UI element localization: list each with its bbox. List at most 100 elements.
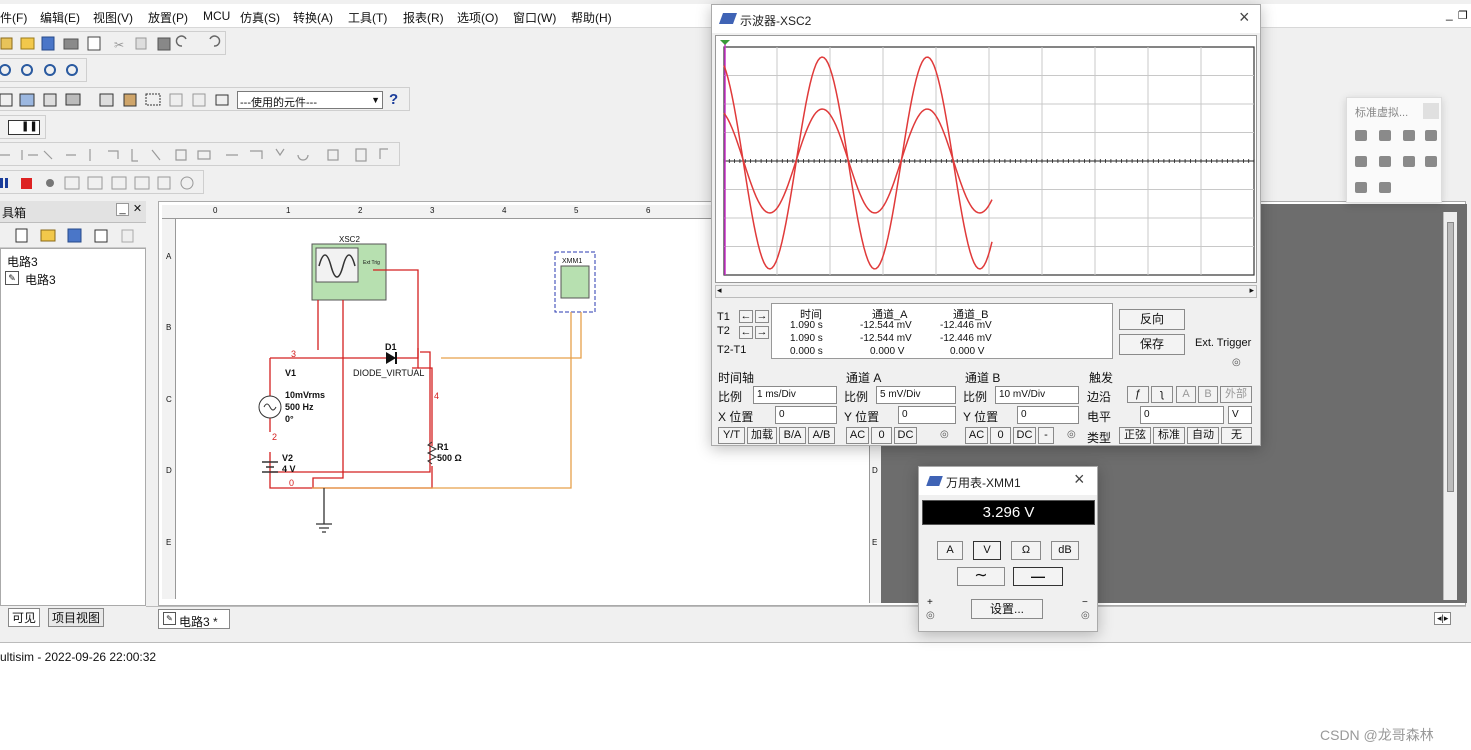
multimeter-settings-button[interactable]: 设置... [971,599,1043,619]
trigger-external-button[interactable]: 外部 [1220,386,1252,403]
menu-edit[interactable]: 编辑(E) [40,9,80,26]
trigger-rising-edge-button[interactable]: ƒ [1127,386,1149,403]
ohmmeter-button[interactable]: Ω [1011,541,1041,560]
menu-file[interactable]: 件(F) [0,9,27,26]
toolbox-close-button[interactable]: ✕ [131,203,144,216]
voltmeter-button[interactable]: V [973,541,1001,560]
trigger-none-button[interactable]: 无 [1221,427,1252,444]
instrument-icons[interactable] [1353,128,1439,198]
instruments-close-button[interactable] [1423,103,1439,119]
vertical-scrollbar-thumb[interactable] [1447,222,1454,492]
trigger-falling-edge-button[interactable]: ʅ [1151,386,1173,403]
menu-tools[interactable]: 工具(T) [348,9,387,26]
oscilloscope-window: 示波器-XSC2 × ◂ ▸ T1 T2 T2-T1 ← → ← → 时间 通道… [711,4,1261,446]
scope-horizontal-scrollbar[interactable]: ◂ ▸ [715,285,1257,298]
oscilloscope-close-button[interactable]: × [1239,7,1250,28]
diode-model: DIODE_VIRTUAL [353,368,425,378]
toolbox-toolbar [0,223,146,248]
toolbox-icons [15,228,134,243]
channel-b-dc-button[interactable]: DC [1013,427,1036,444]
minimize-button[interactable]: _ [1446,7,1453,21]
menu-help[interactable]: 帮助(H) [571,9,612,26]
channel-a-ypos-field[interactable]: 0 [898,406,956,424]
menu-mcu[interactable]: MCU [203,9,230,23]
multimeter-titlebar[interactable]: 万用表-XMM1 × [919,467,1097,495]
channel-b-terminal-icon[interactable]: ◎ [1067,429,1076,440]
menu-options[interactable]: 选项(O) [457,9,498,26]
ruler-top-6: 6 [646,206,651,215]
positive-terminal-label: + [927,597,933,608]
scroll-left-icon[interactable]: ◂ [717,285,722,296]
channel-a-zero-button[interactable]: 0 [871,427,892,444]
dmm-block[interactable] [560,265,590,299]
channel-a-dc-button[interactable]: DC [894,427,917,444]
circuit-file-icon: ✎ [5,271,19,285]
trigger-source-a-button[interactable]: A [1176,386,1196,403]
svg-text:✂: ✂ [114,38,124,52]
channel-b-ypos-field[interactable]: 0 [1017,406,1079,424]
trigger-level-field[interactable]: 0 [1140,406,1224,424]
oscilloscope-titlebar[interactable]: 示波器-XSC2 × [712,5,1260,33]
t1-left-arrow-icon[interactable]: ← [739,310,753,323]
dc-mode-button[interactable]: — [1013,567,1063,586]
ruler-right-e: E [872,538,878,547]
ruler-top-2: 2 [358,206,363,215]
trigger-level-unit[interactable]: V [1228,406,1252,424]
ammeter-button[interactable]: A [937,541,963,560]
decibel-button[interactable]: dB [1051,541,1079,560]
t1-right-arrow-icon[interactable]: → [755,310,769,323]
channel-b-invert-button[interactable]: - [1038,427,1054,444]
menu-window[interactable]: 窗口(W) [513,9,556,26]
components-dropdown[interactable]: ---使用的元件--- ▼ [237,91,383,109]
scope-label: XSC2 [339,235,360,244]
yt-button[interactable]: Y/T [718,427,745,444]
channel-b-scale-field[interactable]: 10 mV/Div [995,386,1079,404]
component-family-icons [0,148,388,162]
t2-left-arrow-icon[interactable]: ← [739,326,753,339]
channel-a-scale-field[interactable]: 5 mV/Div [876,386,956,404]
trigger-auto-button[interactable]: 自动 [1187,427,1219,444]
channel-b-zero-button[interactable]: 0 [990,427,1011,444]
tab-visible[interactable]: 可见 [8,608,41,627]
watermark: CSDN @龙哥森林 [1320,727,1434,743]
tab-project-view[interactable]: 项目视图 [48,608,105,627]
ab-button[interactable]: A/B [808,427,835,444]
scroll-right-icon[interactable]: ▸ [1249,285,1254,296]
reverse-button[interactable]: 反向 [1119,309,1185,330]
vertical-scrollbar[interactable] [1443,212,1457,600]
negative-terminal-icon[interactable]: ◎ [1081,610,1090,621]
toolbox-minimize-button[interactable]: _ [116,203,129,216]
channel-a-terminal-icon[interactable]: ◎ [940,429,949,440]
trigger-sine-button[interactable]: 正弦 [1119,427,1151,444]
toolbox-header: 具箱 _ ✕ [0,201,146,223]
multimeter-window: 万用表-XMM1 × 3.296 V A V Ω dB ∼ — 设置... + … [918,466,1098,632]
ba-button[interactable]: B/A [779,427,806,444]
menu-view[interactable]: 视图(V) [93,9,133,26]
multimeter-close-button[interactable]: × [1074,469,1085,490]
ac-mode-button[interactable]: ∼ [957,567,1005,586]
t2-right-arrow-icon[interactable]: → [755,326,769,339]
trigger-normal-button[interactable]: 标准 [1153,427,1185,444]
cursor-readout-table: 时间 通道_A 通道_B 1.090 s -12.544 mV -12.446 … [771,303,1113,359]
tab-circuit3[interactable]: ✎ 电路3 * [158,609,230,629]
scope-screen[interactable] [716,36,1256,282]
trigger-source-b-button[interactable]: B [1198,386,1218,403]
tree-root[interactable]: 电路3 [7,253,38,270]
menu-reports[interactable]: 报表(R) [403,9,444,26]
pause-simulation-button[interactable]: ❚❚ [8,120,40,135]
load-button[interactable]: 加载 [747,427,777,444]
menu-place[interactable]: 放置(P) [148,9,188,26]
timebase-scale-field[interactable]: 1 ms/Div [753,386,837,404]
tree-child[interactable]: 电路3 [25,271,56,288]
menu-transfer[interactable]: 转换(A) [293,9,333,26]
restore-button[interactable]: ❐ [1458,9,1468,22]
help-icon[interactable]: ? [389,91,398,108]
timebase-xpos-field[interactable]: 0 [775,406,837,424]
scroll-arrows[interactable]: ◂|▸ [1434,612,1452,625]
channel-b-ac-button[interactable]: AC [965,427,988,444]
save-button[interactable]: 保存 [1119,334,1185,355]
dmm-window-icon [926,476,943,486]
channel-a-ac-button[interactable]: AC [846,427,869,444]
positive-terminal-icon[interactable]: ◎ [926,610,935,621]
menu-simulate[interactable]: 仿真(S) [240,9,280,26]
